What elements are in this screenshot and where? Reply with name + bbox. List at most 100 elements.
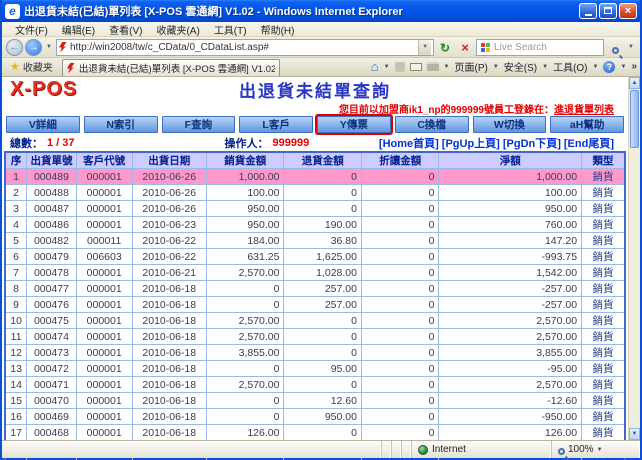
table-row[interactable]: 16 000469 000001 2010-06-18 0 950.00 0 -…	[5, 409, 625, 425]
paging-link[interactable]: [Home首頁]	[379, 135, 439, 151]
cell-seq: 2	[5, 185, 27, 201]
paging-link[interactable]: [PgDn下頁]	[503, 135, 561, 151]
paging-links: [Home首頁][PgUp上頁][PgDn下頁][End尾頁]	[379, 135, 614, 151]
refresh-button[interactable]: ↻	[436, 39, 454, 56]
cell-net-amount: 2,570.00	[439, 377, 582, 393]
cell-net-amount: 760.00	[439, 217, 582, 233]
menu-item[interactable]: 帮助(H)	[254, 22, 302, 37]
mail-icon[interactable]	[410, 63, 422, 71]
search-input[interactable]: Live Search	[476, 39, 604, 56]
safety-menu-button[interactable]: 安全(S)	[504, 59, 537, 74]
menu-item[interactable]: 文件(F)	[8, 22, 55, 37]
table-row[interactable]: 5 000482 000011 2010-06-22 184.00 36.80 …	[5, 233, 625, 249]
tab-active[interactable]: 出退貨未結(已結)單列表 [X-POS 雲通網] V1.02	[62, 59, 280, 76]
cell-customer-code: 000001	[76, 409, 132, 425]
scroll-thumb[interactable]	[630, 90, 639, 148]
table-row[interactable]: 2 000488 000001 2010-06-26 100.00 0 0 10…	[5, 185, 625, 201]
table-row[interactable]: 9 000476 000001 2010-06-18 0 257.00 0 -2…	[5, 297, 625, 313]
table-row[interactable]: 6 000479 006603 2010-06-22 631.25 1,625.…	[5, 249, 625, 265]
table-row[interactable]: 14 000471 000001 2010-06-18 2,570.00 0 0…	[5, 377, 625, 393]
stop-button[interactable]: ×	[456, 39, 474, 56]
table-row[interactable]: 1 000489 000001 2010-06-26 1,000.00 0 0 …	[5, 169, 625, 185]
paging-link[interactable]: [End尾頁]	[564, 135, 614, 151]
cell-ship-date: 2010-06-18	[132, 281, 206, 297]
minimize-button[interactable]	[579, 3, 597, 19]
table-row[interactable]: 8 000477 000001 2010-06-18 0 257.00 0 -2…	[5, 281, 625, 297]
table-row[interactable]: 10 000475 000001 2010-06-18 2,570.00 0 0…	[5, 313, 625, 329]
menu-item[interactable]: 收藏夹(A)	[149, 22, 206, 37]
zoom-control[interactable]: 100% ▼	[552, 441, 640, 458]
cell-discount-amount: 0	[361, 361, 439, 377]
column-header: 退貨金額	[284, 152, 362, 169]
cell-customer-code: 000001	[76, 425, 132, 441]
toolbar-button[interactable]: F查詢	[162, 116, 236, 133]
search-dropdown-icon[interactable]: ▼	[626, 44, 636, 50]
scroll-track[interactable]	[629, 149, 640, 428]
cell-sales-amount: 0	[206, 281, 284, 297]
window-title: 出退貨未結(已結)單列表 [X-POS 雲通網] V1.02 - Windows…	[24, 3, 579, 19]
table-row[interactable]: 12 000473 000001 2010-06-18 3,855.00 0 0…	[5, 345, 625, 361]
home-dropdown-icon[interactable]: ▼	[384, 64, 390, 70]
cell-return-amount: 1,028.00	[284, 265, 362, 281]
toolbar-button[interactable]: aH幫助	[550, 116, 624, 133]
cell-order-no: 000468	[27, 425, 77, 441]
table-row[interactable]: 17 000468 000001 2010-06-18 126.00 0 0 1…	[5, 425, 625, 441]
cell-seq: 4	[5, 217, 27, 233]
cell-seq: 16	[5, 409, 27, 425]
page-menu-button[interactable]: 页面(P)	[454, 59, 487, 74]
table-row[interactable]: 11 000474 000001 2010-06-18 2,570.00 0 0…	[5, 329, 625, 345]
cell-type: 銷貨	[582, 409, 625, 425]
search-button[interactable]	[606, 39, 624, 56]
help-icon[interactable]: ?	[603, 61, 615, 73]
toolbar-button[interactable]: C換檔	[395, 116, 469, 133]
favorites-button[interactable]: ★ 收藏夹	[5, 57, 58, 76]
menu-item[interactable]: 工具(T)	[207, 22, 254, 37]
forward-button[interactable]: →	[25, 39, 42, 56]
home-icon[interactable]: ⌂	[371, 59, 379, 74]
print-dropdown-icon[interactable]: ▼	[444, 64, 450, 70]
operator-value: 999999	[273, 137, 310, 149]
cell-customer-code: 000001	[76, 393, 132, 409]
url-field[interactable]: http://win2008/tw/c_CData/0_CDataList.as…	[56, 39, 434, 56]
menu-item[interactable]: 编辑(E)	[55, 22, 102, 37]
cell-ship-date: 2010-06-21	[132, 265, 206, 281]
cell-type: 銷貨	[582, 313, 625, 329]
column-header: 出貨單號	[27, 152, 77, 169]
scroll-up-icon[interactable]: ▲	[629, 77, 640, 89]
toolbar-button[interactable]: N索引	[84, 116, 158, 133]
cell-net-amount: 1,000.00	[439, 169, 582, 185]
toolbar-overflow-chevron[interactable]: »	[631, 61, 637, 72]
cell-sales-amount: 950.00	[206, 201, 284, 217]
cell-seq: 7	[5, 265, 27, 281]
cell-discount-amount: 0	[361, 297, 439, 313]
history-dropdown-icon[interactable]: ▼	[44, 44, 54, 50]
menu-item[interactable]: 查看(V)	[102, 22, 149, 37]
cell-customer-code: 000001	[76, 377, 132, 393]
zoom-dropdown-icon[interactable]: ▼	[597, 447, 603, 453]
scroll-down-icon[interactable]: ▼	[629, 428, 640, 440]
feed-icon[interactable]	[395, 62, 405, 72]
orders-table: 序出貨單號客戶代號出貨日期銷貨金額退貨金額折讓金額淨額類型 1 000489 0…	[4, 151, 626, 460]
toolbar-button[interactable]: Y傳票	[317, 116, 391, 133]
toolbar-button[interactable]: V詳細	[6, 116, 80, 133]
star-icon: ★	[10, 60, 20, 73]
table-row[interactable]: 3 000487 000001 2010-06-26 950.00 0 0 95…	[5, 201, 625, 217]
table-row[interactable]: 7 000478 000001 2010-06-21 2,570.00 1,02…	[5, 265, 625, 281]
table-row[interactable]: 4 000486 000001 2010-06-23 950.00 190.00…	[5, 217, 625, 233]
cell-seq: 17	[5, 425, 27, 441]
toolbar-button[interactable]: W切換	[473, 116, 547, 133]
cell-sales-amount: 2,570.00	[206, 329, 284, 345]
table-row[interactable]: 13 000472 000001 2010-06-18 0 95.00 0 -9…	[5, 361, 625, 377]
paging-link[interactable]: [PgUp上頁]	[442, 135, 500, 151]
url-dropdown-icon[interactable]: ▼	[418, 40, 431, 55]
close-button[interactable]: ×	[619, 3, 637, 19]
tools-menu-button[interactable]: 工具(O)	[553, 59, 587, 74]
vertical-scrollbar[interactable]: ▲ ▼	[628, 77, 640, 440]
table-row[interactable]: 15 000470 000001 2010-06-18 0 12.60 0 -1…	[5, 393, 625, 409]
back-button[interactable]: ←	[6, 39, 23, 56]
toolbar-button[interactable]: L客戶	[239, 116, 313, 133]
login-notice: 您目前以加盟商ik1_np的999999號員工登錄在：進退貨單列表	[2, 101, 628, 114]
help-dropdown-icon[interactable]: ▼	[620, 64, 626, 70]
print-icon[interactable]	[427, 62, 439, 71]
maximize-button[interactable]	[599, 3, 617, 19]
